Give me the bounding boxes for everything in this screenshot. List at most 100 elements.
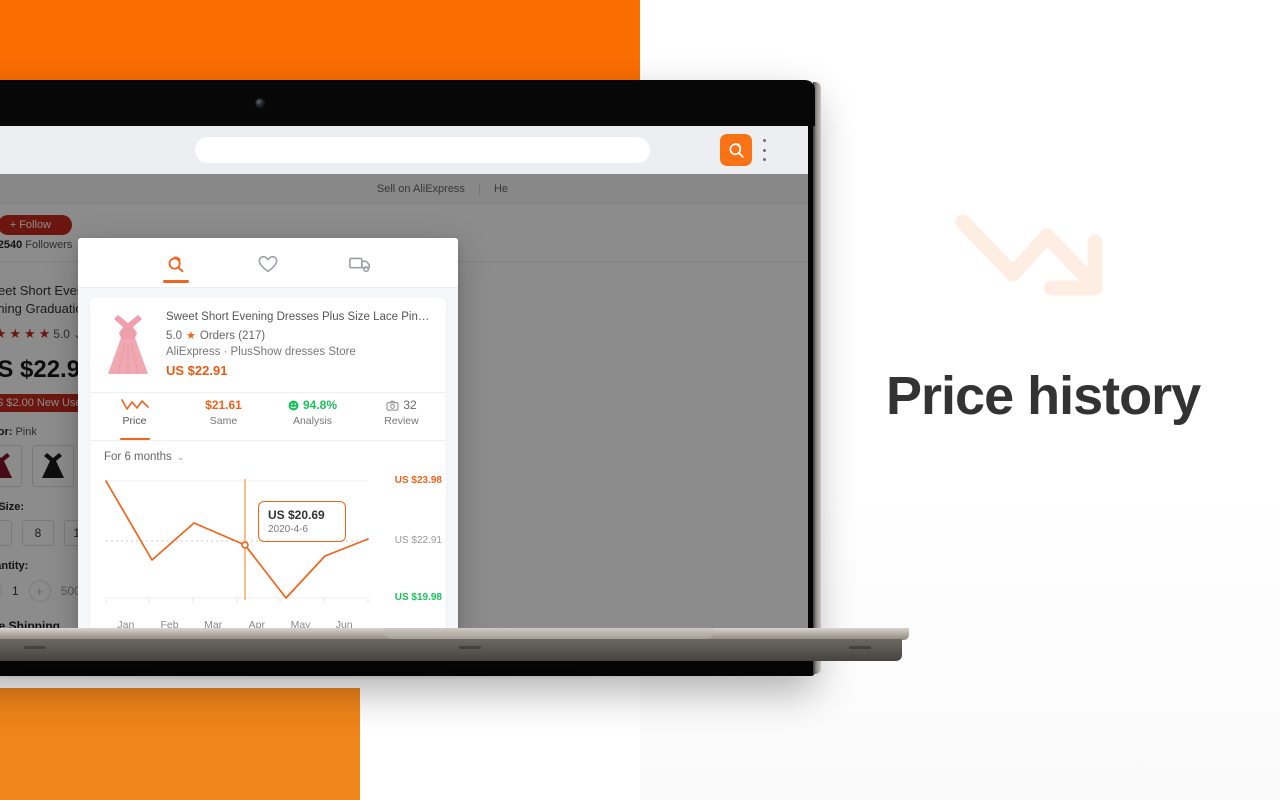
laptop-base-notch: [384, 628, 714, 639]
chart-label-max: US $23.98: [394, 475, 442, 486]
aliexpress-top-nav: Sell on AliExpress He: [0, 174, 808, 204]
x-label-may: May: [290, 619, 311, 628]
laptop-mockup: Sell on AliExpress He PlusShow dresses S…: [0, 80, 915, 700]
followers-count: 2540 Followers: [0, 239, 72, 251]
laptop-shadow: [0, 664, 864, 680]
color-swatch-wine[interactable]: [0, 445, 22, 487]
wave-glyph-icon: [120, 399, 149, 410]
quantity-label: Quantity:: [0, 560, 29, 572]
nav-sell-on-aliexpress[interactable]: Sell on AliExpress: [377, 183, 465, 195]
laptop-lid-edge: [813, 82, 821, 674]
stat-price-label: Price: [122, 415, 147, 427]
search-price-icon: [168, 255, 184, 272]
dress-black-icon: [42, 453, 64, 478]
dress-wine-icon: [0, 453, 12, 478]
quantity-value: 1: [12, 584, 19, 598]
tab-wishlist[interactable]: [246, 245, 290, 283]
color-swatch-black[interactable]: [32, 445, 74, 487]
popup-tab-bar: [78, 238, 458, 288]
browser-toolbar: [0, 126, 808, 174]
laptop-foot: [24, 646, 46, 649]
chart-svg: [105, 479, 369, 603]
chart-label-min: US $19.98: [394, 592, 442, 603]
popup-product-summary: Sweet Short Evening Dresses Plus Size La…: [90, 298, 446, 393]
active-stat-underline: [119, 437, 150, 440]
webcam-icon: [256, 99, 264, 107]
nav-help[interactable]: He: [494, 183, 508, 195]
stat-review-label: Review: [384, 415, 419, 427]
trend-down-arrow-icon: [955, 214, 1103, 296]
laptop-bezel: [0, 80, 815, 126]
range-selector[interactable]: For 6 months ⌄: [90, 441, 446, 467]
tooltip-price: US $20.69: [268, 508, 325, 522]
follow-button[interactable]: + Follow: [0, 214, 73, 235]
tab-shipping[interactable]: [338, 245, 382, 283]
price-history-popup: Sweet Short Evening Dresses Plus Size La…: [78, 238, 458, 628]
pink-dress-thumbnail[interactable]: [102, 310, 154, 382]
star-icon: ★: [9, 326, 21, 341]
popup-rating-value: 5.0: [166, 329, 182, 342]
search-glyph-icon: [729, 142, 744, 158]
background-orange-top-banner: [0, 0, 640, 80]
quantity-decrement-button[interactable]: −: [0, 580, 2, 602]
smiley-icon: [288, 400, 299, 410]
stat-same-label: Same: [209, 415, 238, 427]
price-history-chart: US $20.69 2020-4-6 US $23.98 US $22.91 U…: [90, 467, 446, 619]
popup-product-source: AliExpress · PlusShow dresses Store: [166, 346, 356, 358]
store-follow-block: + Follow 2540 Followers: [0, 214, 73, 251]
followers-number: 2540: [0, 238, 23, 251]
chevron-down-icon: ⌄: [176, 451, 185, 462]
popup-product-meta: Sweet Short Evening Dresses Plus Size La…: [166, 310, 432, 382]
chart-marker-point: [241, 541, 249, 549]
rating-value: 5.0: [53, 327, 70, 341]
size-label: US Size:: [0, 501, 25, 513]
x-label-feb: Feb: [160, 619, 179, 628]
laptop-foot: [849, 646, 871, 649]
truck-delivery-icon: [349, 257, 371, 272]
browser-menu-icon[interactable]: [762, 139, 766, 161]
stat-same-value: $21.61: [205, 398, 242, 412]
stat-review-value-row: 32: [357, 397, 446, 413]
popup-content: Sweet Short Evening Dresses Plus Size La…: [78, 288, 458, 628]
popup-orders-count: Orders (217): [199, 329, 266, 342]
nav-divider: [478, 182, 480, 195]
stat-analysis[interactable]: 94.8% Analysis: [268, 393, 357, 440]
star-icon: ★: [23, 326, 36, 341]
color-label: Color:: [0, 426, 13, 438]
background-orange-bottom-shape: [0, 688, 360, 800]
followers-label: Followers: [25, 238, 73, 251]
popup-product-title: Sweet Short Evening Dresses Plus Size La…: [166, 311, 432, 323]
stat-review[interactable]: 32 Review: [357, 393, 446, 440]
stat-analysis-value-row: 94.8%: [268, 397, 357, 413]
active-tab-underline: [163, 279, 189, 283]
tab-price-search[interactable]: [154, 245, 198, 283]
stat-same[interactable]: $21.61 Same: [179, 393, 268, 440]
laptop-lid: Sell on AliExpress He PlusShow dresses S…: [0, 80, 821, 676]
chart-tooltip: US $20.69 2020-4-6: [258, 501, 346, 542]
x-label-apr: Apr: [248, 619, 266, 628]
stat-review-value: 32: [403, 398, 417, 412]
stat-analysis-label: Analysis: [292, 415, 333, 427]
dress-image-icon: [108, 315, 148, 375]
price-search-extension-icon[interactable]: [720, 134, 752, 166]
price-card: Sweet Short Evening Dresses Plus Size La…: [90, 298, 446, 628]
x-label-jan: Jan: [117, 619, 135, 628]
price-wave-icon: [90, 397, 179, 413]
popup-stats-row: Price $21.61 Same 94.8% Analysis 32 Revi…: [90, 393, 446, 441]
tooltip-date: 2020-4-6: [268, 524, 309, 535]
quantity-increment-button[interactable]: +: [28, 580, 51, 602]
stat-analysis-value: 94.8%: [302, 398, 338, 412]
laptop-base: [0, 628, 909, 680]
range-selector-label: For 6 months: [104, 451, 172, 463]
star-icon: ★: [0, 326, 7, 341]
size-option[interactable]: 4: [0, 520, 12, 546]
chart-label-current: US $22.91: [394, 535, 442, 546]
popup-product-rating: 5.0 ★ Orders (217): [166, 329, 432, 343]
x-label-mar: Mar: [204, 619, 223, 628]
size-option[interactable]: 8: [22, 520, 54, 546]
address-bar[interactable]: [195, 137, 650, 163]
camera-icon: [386, 400, 399, 411]
laptop-screen: Sell on AliExpress He PlusShow dresses S…: [0, 126, 808, 628]
star-icon: ★: [38, 326, 51, 341]
stat-price[interactable]: Price: [90, 393, 179, 440]
